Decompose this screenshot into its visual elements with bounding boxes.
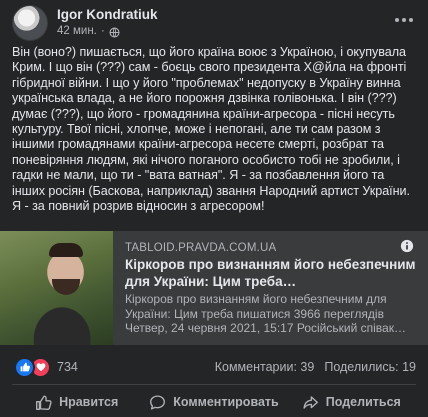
- share-arrow-icon: [303, 395, 318, 409]
- like-button[interactable]: Нравится: [8, 388, 145, 416]
- like-label: Нравится: [59, 395, 119, 409]
- author-avatar[interactable]: [12, 5, 48, 41]
- link-preview-card[interactable]: TABLOID.PRAVDA.COM.UA Кіркоров про визна…: [0, 231, 428, 345]
- link-title[interactable]: Кіркоров про визнанням його небезпечним …: [125, 257, 416, 290]
- info-icon[interactable]: [400, 239, 414, 253]
- link-preview-thumbnail[interactable]: [0, 231, 113, 345]
- thumbs-up-outline-icon: [36, 394, 52, 410]
- link-description: Кіркоров про визнанням його небезпечним …: [125, 292, 406, 336]
- post-meta: 42 мин. ·: [57, 25, 158, 39]
- post-actions: Нравится Комментировать Поделиться: [8, 388, 420, 416]
- share-label: Поделиться: [325, 395, 401, 409]
- author-block: Igor Kondratiuk 42 мин. ·: [57, 7, 158, 39]
- meta-separator: ·: [100, 25, 105, 38]
- post-paragraph: Він (воно?) пишається, що його країна во…: [12, 45, 410, 214]
- more-horizontal-icon[interactable]: [390, 8, 418, 32]
- actions-divider: [12, 384, 416, 385]
- author-name[interactable]: Igor Kondratiuk: [57, 7, 158, 23]
- post-header: Igor Kondratiuk 42 мин. ·: [12, 3, 158, 43]
- reaction-count: 734: [57, 360, 78, 374]
- post-text: Він (воно?) пишається, що його країна во…: [12, 45, 420, 214]
- share-button[interactable]: Поделиться: [283, 388, 420, 416]
- speech-bubble-icon: [150, 394, 166, 410]
- link-preview-info: TABLOID.PRAVDA.COM.UA Кіркоров про визна…: [113, 231, 428, 345]
- shares-count[interactable]: Поделились: 19: [324, 360, 416, 374]
- comments-count[interactable]: Комментарии: 39: [215, 360, 315, 374]
- post-stats: 734 Комментарии: 39 Поделились: 19: [14, 356, 416, 378]
- globe-icon[interactable]: [109, 27, 120, 38]
- link-domain: TABLOID.PRAVDA.COM.UA: [125, 242, 277, 254]
- facebook-post: Igor Kondratiuk 42 мин. · Він (воно?) пи…: [0, 0, 428, 417]
- thumbs-up-icon: [14, 356, 35, 378]
- comment-label: Комментировать: [173, 395, 279, 409]
- comment-button[interactable]: Комментировать: [145, 388, 282, 416]
- post-time[interactable]: 42 мин.: [57, 25, 97, 39]
- reactions-summary[interactable]: 734: [14, 356, 78, 378]
